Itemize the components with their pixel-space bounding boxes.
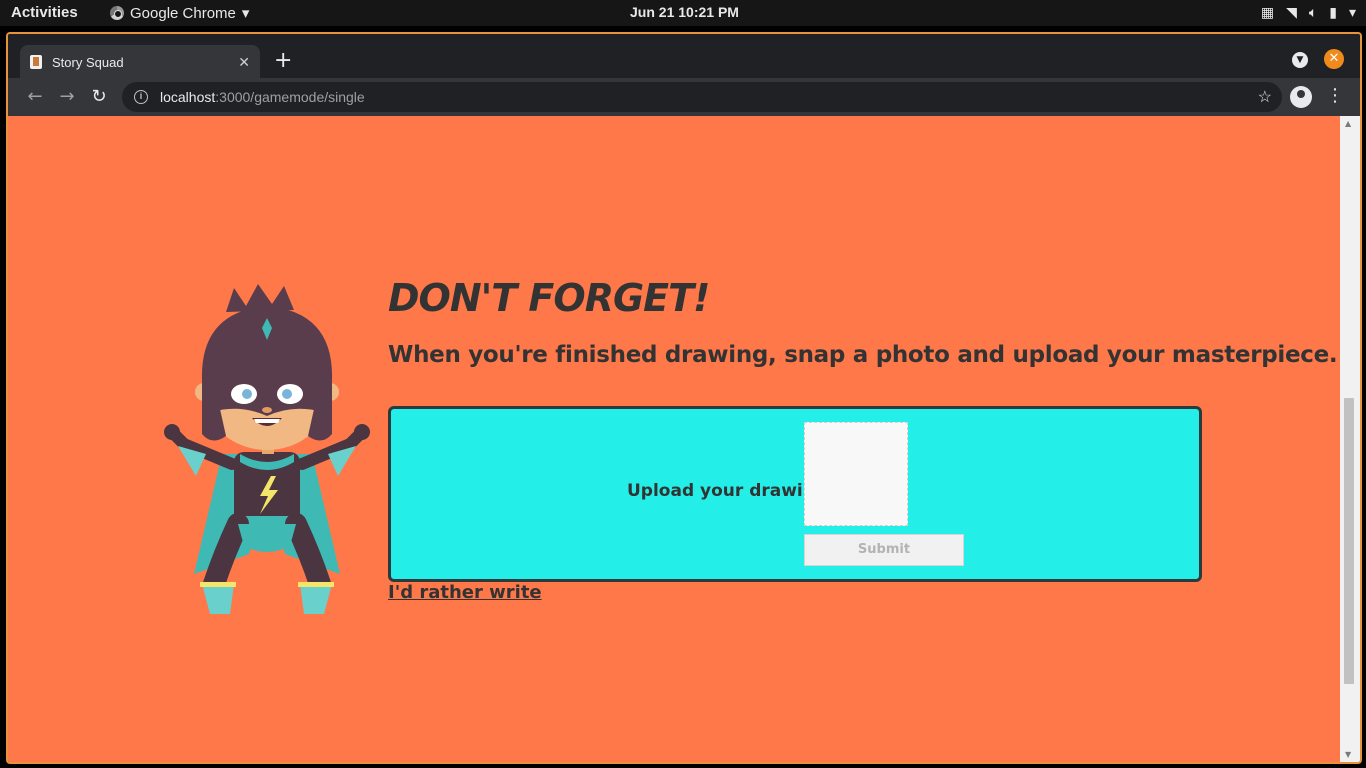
scrollbar-thumb[interactable] [1344,398,1354,684]
submit-button[interactable]: Submit [804,534,964,566]
bookmark-star-icon[interactable]: ☆ [1258,87,1272,107]
clock[interactable]: Jun 21 10:21 PM [630,4,739,20]
upload-label: Upload your drawing [627,481,828,501]
chrome-icon [110,6,124,20]
superhero-kid-illustration [164,284,370,614]
scroll-down-arrow-icon[interactable]: ▼ [1345,750,1351,759]
url-host: localhost [160,89,216,105]
back-button[interactable]: ← [24,86,46,108]
tab-strip: Story Squad ✕ + ▼ ✕ [8,34,1360,79]
tab-close-icon[interactable]: ✕ [238,54,250,71]
scroll-up-arrow-icon[interactable]: ▲ [1345,119,1351,128]
page-title: DON'T FORGET! [388,276,710,320]
app-menu[interactable]: Google Chrome ▾ [110,4,249,22]
system-tray[interactable]: ▦ ◥ 🔈︎ ▮ ▾ [1261,5,1356,21]
upload-form: Upload your drawing Submit [388,406,1202,582]
browser-window: Story Squad ✕ + ▼ ✕ ← → ↻ i localhost:30… [6,32,1362,764]
activities-button[interactable]: Activities [11,4,78,21]
rather-write-link[interactable]: I'd rather write [388,582,542,603]
system-top-bar: Activities Google Chrome ▾ Jun 21 10:21 … [0,0,1366,26]
new-tab-button[interactable]: + [274,50,292,72]
page-content: DON'T FORGET! When you're finished drawi… [8,116,1340,762]
address-bar[interactable]: i localhost:3000/gamemode/single ☆ [122,82,1282,112]
browser-toolbar: ← → ↻ i localhost:3000/gamemode/single ☆… [8,78,1360,116]
wifi-icon: ◥ [1286,5,1297,21]
app-name: Google Chrome [130,4,236,22]
tab-story-squad[interactable]: Story Squad ✕ [20,45,260,79]
reload-button[interactable]: ↻ [88,86,110,108]
url-path: :3000/gamemode/single [215,89,365,105]
window-close-button[interactable]: ✕ [1324,49,1344,69]
chevron-down-icon: ▾ [241,5,250,22]
site-info-icon[interactable]: i [134,90,148,104]
vertical-scrollbar[interactable]: ▲ ▼ [1340,116,1360,762]
tab-title: Story Squad [52,54,124,70]
tab-search-icon[interactable]: ▼ [1292,52,1308,68]
volume-icon: 🔈︎ [1308,5,1318,21]
favicon-icon [30,55,42,69]
forward-button[interactable]: → [56,86,78,108]
browser-menu-icon[interactable]: ⋮ [1326,86,1344,106]
image-upload-dropzone[interactable] [804,422,908,526]
power-menu-chevron-icon: ▾ [1348,5,1356,21]
profile-avatar[interactable] [1290,86,1312,108]
workspace-icon: ▦ [1260,5,1275,21]
battery-icon: ▮ [1329,5,1337,21]
instruction-text: When you're finished drawing, snap a pho… [388,342,1338,368]
